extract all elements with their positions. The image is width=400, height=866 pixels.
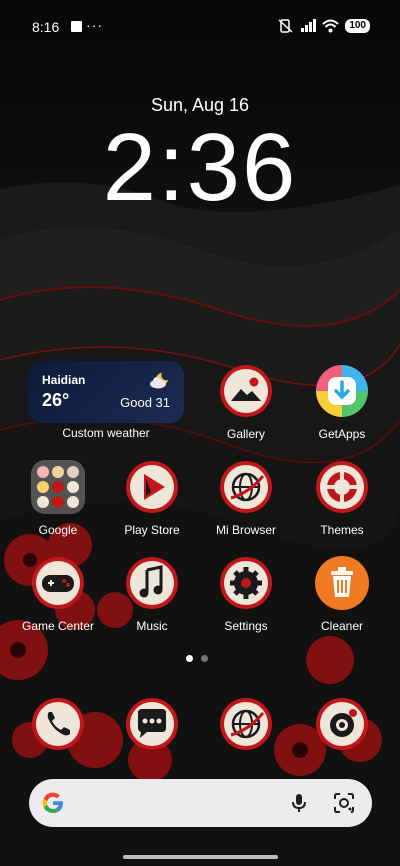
battery-indicator: 100 <box>345 19 370 33</box>
app-settings[interactable]: Settings <box>201 556 291 640</box>
app-mi-browser[interactable]: Mi Browser <box>201 460 291 544</box>
play-store-icon <box>125 460 179 514</box>
app-label: Mi Browser <box>215 523 276 537</box>
app-label: Custom weather <box>62 426 150 440</box>
trash-icon <box>315 556 369 610</box>
page-dot-active <box>186 655 193 662</box>
page-dot <box>201 655 208 662</box>
dock-messages[interactable] <box>107 697 197 781</box>
app-cleaner[interactable]: Cleaner <box>297 556 387 640</box>
browser-icon <box>219 460 273 514</box>
app-label: Gallery <box>226 427 265 441</box>
getapps-icon <box>315 364 369 418</box>
dock-phone[interactable] <box>13 697 103 781</box>
partly-cloudy-night-icon <box>150 373 168 389</box>
app-music[interactable]: Music <box>107 556 197 640</box>
themes-icon <box>315 460 369 514</box>
status-time: 8:16 <box>32 19 60 35</box>
app-google-folder[interactable]: Google <box>13 460 103 544</box>
dock-browser[interactable] <box>201 697 291 781</box>
wifi-icon <box>322 19 339 33</box>
app-themes[interactable]: Themes <box>297 460 387 544</box>
camera-icon <box>315 697 369 751</box>
music-note-icon <box>125 556 179 610</box>
app-label: GetApps <box>318 427 366 441</box>
status-bar: 8:16 ··· 100 <box>0 0 400 52</box>
google-g-icon <box>42 792 63 813</box>
page-indicator[interactable] <box>186 655 208 662</box>
messages-icon <box>125 697 179 751</box>
phone-icon <box>31 697 85 751</box>
more-notifications-icon: ··· <box>86 17 103 33</box>
dock-camera[interactable] <box>297 697 387 781</box>
google-folder-icon <box>31 460 85 514</box>
browser-icon <box>219 697 273 751</box>
home-indicator[interactable] <box>123 855 278 859</box>
gallery-icon <box>219 364 273 418</box>
custom-weather-app[interactable]: Custom weather <box>61 363 151 447</box>
date-label[interactable]: Sun, Aug 16 <box>0 95 400 116</box>
app-label: Cleaner <box>320 619 364 633</box>
gear-icon <box>219 556 273 610</box>
mute-vibrate-icon <box>278 19 293 33</box>
app-gallery[interactable]: Gallery <box>201 364 291 448</box>
google-lens-icon[interactable] <box>332 791 356 815</box>
notification-icon <box>71 21 82 32</box>
app-label: Themes <box>320 523 364 537</box>
app-play-store[interactable]: Play Store <box>107 460 197 544</box>
mic-icon[interactable] <box>287 791 311 815</box>
app-game-center[interactable]: Game Center <box>13 556 103 640</box>
signal-icon <box>301 19 317 32</box>
gamepad-icon <box>31 556 85 610</box>
google-search-bar[interactable] <box>29 779 372 827</box>
app-getapps[interactable]: GetApps <box>297 364 387 448</box>
clock[interactable]: 2:36 <box>0 118 400 218</box>
app-label: Settings <box>224 619 268 633</box>
